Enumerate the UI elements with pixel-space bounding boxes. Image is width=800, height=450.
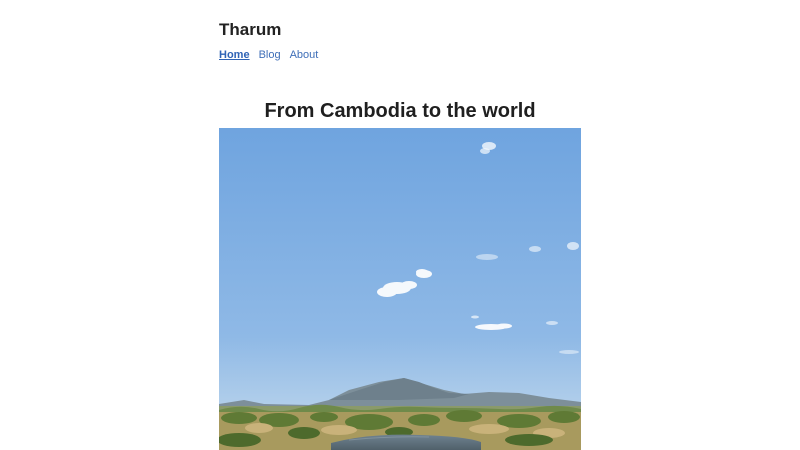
site-title[interactable]: Tharum — [219, 20, 281, 40]
nav-link-about[interactable]: About — [290, 49, 319, 61]
page-title: From Cambodia to the world — [264, 100, 536, 123]
nav-link-home[interactable]: Home — [219, 49, 250, 61]
nav-link-blog[interactable]: Blog — [259, 49, 281, 61]
hero-landscape-image — [219, 128, 581, 450]
landscape-photo — [219, 128, 581, 450]
main-nav: Home Blog About — [219, 49, 318, 61]
